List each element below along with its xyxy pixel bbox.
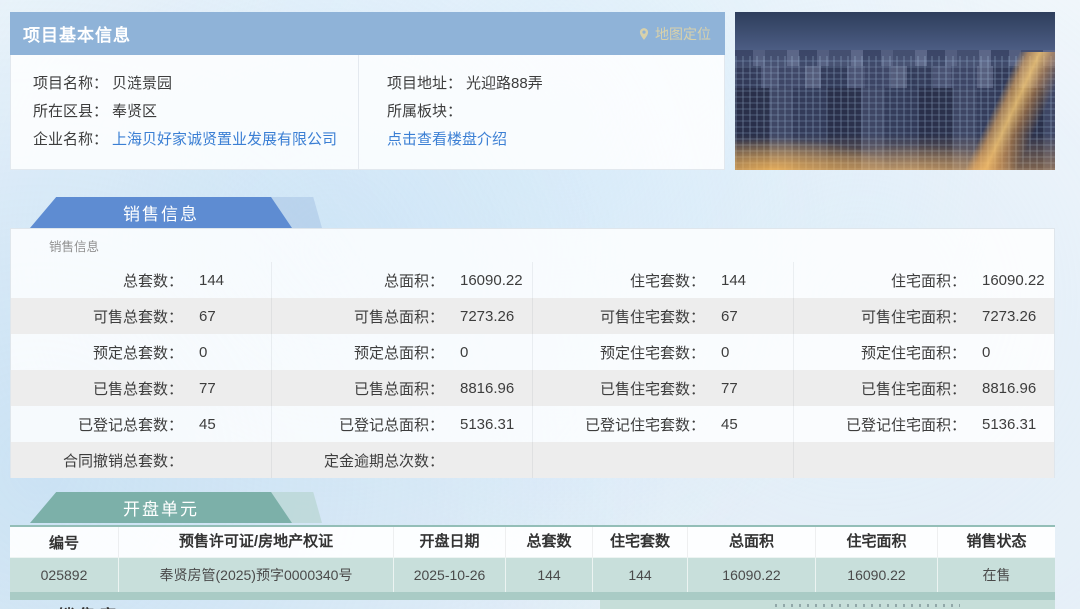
sales-row-reserved: 预定总套数：0 预定总面积：0 预定住宅套数：0 预定住宅面积：0 — [11, 334, 1054, 370]
opening-tab-face: 开盘单元 — [30, 492, 292, 523]
project-name-label: 项目名称： — [33, 72, 108, 93]
cell-license: 奉贤房管(2025)预字0000340号 — [118, 558, 393, 592]
view-intro-link[interactable]: 点击查看楼盘介绍 — [387, 128, 507, 149]
company-link[interactable]: 上海贝好家诚贤置业发展有限公司 — [112, 128, 337, 149]
next-section-title-clipped: 销售率 — [58, 602, 121, 609]
sales-field — [532, 442, 793, 478]
block-row: 所属板块： — [387, 96, 724, 124]
footer-faint-text — [775, 604, 960, 607]
project-info-body: 项目名称： 贝涟景园 所在区县： 奉贤区 企业名称： 上海贝好家诚贤置业发展有限… — [10, 55, 725, 170]
intro-row: 点击查看楼盘介绍 — [387, 124, 724, 152]
sales-tab-face: 销售信息 — [30, 197, 292, 228]
sales-field: 已售住宅面积：8816.96 — [793, 370, 1054, 406]
col-header-resunits: 住宅套数 — [592, 527, 687, 557]
project-name-row: 项目名称： 贝涟景园 — [33, 68, 358, 96]
sales-field: 已登记住宅面积：5136.31 — [793, 406, 1054, 442]
opening-units-table: 编号 预售许可证/房地产权证 开盘日期 总套数 住宅套数 总面积 住宅面积 销售… — [10, 525, 1055, 592]
project-photo — [735, 12, 1055, 170]
cell-date: 2025-10-26 — [393, 558, 505, 592]
cell-resarea: 16090.22 — [815, 558, 937, 592]
opening-table-footer-strip — [10, 592, 1055, 600]
sales-row-totals: 总套数：144 总面积：16090.22 住宅套数：144 住宅面积：16090… — [11, 262, 1054, 298]
sales-panel-sublabel: 销售信息 — [11, 229, 1054, 262]
opening-units-tab[interactable]: 开盘单元 — [30, 492, 322, 523]
sales-field: 住宅面积：16090.22 — [793, 262, 1054, 298]
col-header-number: 编号 — [10, 532, 118, 553]
block-label: 所属板块： — [387, 100, 462, 121]
sales-field: 可售住宅套数：67 — [532, 298, 793, 334]
col-header-date: 开盘日期 — [393, 527, 505, 557]
cell-number: 025892 — [10, 567, 118, 583]
sales-field: 已登记总面积：5136.31 — [271, 406, 532, 442]
col-header-license: 预售许可证/房地产权证 — [118, 527, 393, 557]
col-header-status: 销售状态 — [937, 527, 1055, 557]
sales-row-registered: 已登记总套数：45 已登记总面积：5136.31 已登记住宅套数：45 已登记住… — [11, 406, 1054, 442]
page: 项目基本信息 地图定位 项目名称： 贝涟景园 所在区县： 奉贤区 企业名称： 上… — [0, 0, 1080, 609]
col-header-area: 总面积 — [687, 527, 815, 557]
company-row: 企业名称： 上海贝好家诚贤置业发展有限公司 — [33, 124, 358, 152]
project-info-panel: 项目基本信息 地图定位 项目名称： 贝涟景园 所在区县： 奉贤区 企业名称： 上… — [10, 12, 725, 170]
project-info-title: 项目基本信息 — [10, 21, 131, 46]
cell-resunits: 144 — [592, 558, 687, 592]
location-pin-icon — [637, 27, 651, 41]
sales-field: 合同撤销总套数： — [11, 442, 271, 478]
opening-table-row[interactable]: 025892 奉贤房管(2025)预字0000340号 2025-10-26 1… — [10, 557, 1055, 592]
company-label: 企业名称： — [33, 128, 108, 149]
project-info-header: 项目基本信息 地图定位 — [10, 12, 725, 55]
sales-field: 总面积：16090.22 — [271, 262, 532, 298]
sales-field: 已售住宅套数：77 — [532, 370, 793, 406]
sales-field: 定金逾期总次数： — [271, 442, 532, 478]
sales-field — [793, 442, 1054, 478]
district-value: 奉贤区 — [112, 100, 157, 121]
sales-info-tab[interactable]: 销售信息 — [30, 197, 322, 228]
sales-field: 可售总套数：67 — [11, 298, 271, 334]
sales-row-sold: 已售总套数：77 已售总面积：8816.96 已售住宅套数：77 已售住宅面积：… — [11, 370, 1054, 406]
sales-field: 住宅套数：144 — [532, 262, 793, 298]
sales-field: 已售总面积：8816.96 — [271, 370, 532, 406]
project-info-left-column: 项目名称： 贝涟景园 所在区县： 奉贤区 企业名称： 上海贝好家诚贤置业发展有限… — [11, 55, 359, 169]
opening-tab-label: 开盘单元 — [123, 495, 199, 520]
col-header-resarea: 住宅面积 — [815, 527, 937, 557]
cell-units: 144 — [505, 558, 592, 592]
map-locate-link[interactable]: 地图定位 — [637, 24, 725, 44]
sales-row-available: 可售总套数：67 可售总面积：7273.26 可售住宅套数：67 可售住宅面积：… — [11, 298, 1054, 334]
status-badge: 在售 — [937, 558, 1055, 592]
sales-row-cancelled: 合同撤销总套数： 定金逾期总次数： — [11, 442, 1054, 478]
sales-field: 预定住宅套数：0 — [532, 334, 793, 370]
sales-tab-label: 销售信息 — [123, 200, 199, 225]
opening-table-header: 编号 预售许可证/房地产权证 开盘日期 总套数 住宅套数 总面积 住宅面积 销售… — [10, 527, 1055, 557]
photo-street-glow — [735, 119, 1055, 170]
sales-field: 已登记住宅套数：45 — [532, 406, 793, 442]
cell-area: 16090.22 — [687, 558, 815, 592]
sales-field: 预定总面积：0 — [271, 334, 532, 370]
sales-field: 可售住宅面积：7273.26 — [793, 298, 1054, 334]
opening-table-footer-note — [600, 600, 1055, 609]
sales-field: 预定总套数：0 — [11, 334, 271, 370]
sales-field: 已登记总套数：45 — [11, 406, 271, 442]
address-row: 项目地址： 光迎路88弄 — [387, 68, 724, 96]
district-label: 所在区县： — [33, 100, 108, 121]
map-locate-label: 地图定位 — [655, 24, 711, 44]
sales-info-panel: 销售信息 总套数：144 总面积：16090.22 住宅套数：144 住宅面积：… — [10, 228, 1055, 478]
sales-field: 可售总面积：7273.26 — [271, 298, 532, 334]
address-label: 项目地址： — [387, 72, 462, 93]
district-row: 所在区县： 奉贤区 — [33, 96, 358, 124]
address-value: 光迎路88弄 — [466, 72, 543, 93]
sales-field: 总套数：144 — [11, 262, 271, 298]
col-header-units: 总套数 — [505, 527, 592, 557]
project-info-right-column: 项目地址： 光迎路88弄 所属板块： 点击查看楼盘介绍 — [359, 55, 724, 169]
sales-field: 已售总套数：77 — [11, 370, 271, 406]
project-name-value: 贝涟景园 — [112, 72, 172, 93]
sales-field: 预定住宅面积：0 — [793, 334, 1054, 370]
